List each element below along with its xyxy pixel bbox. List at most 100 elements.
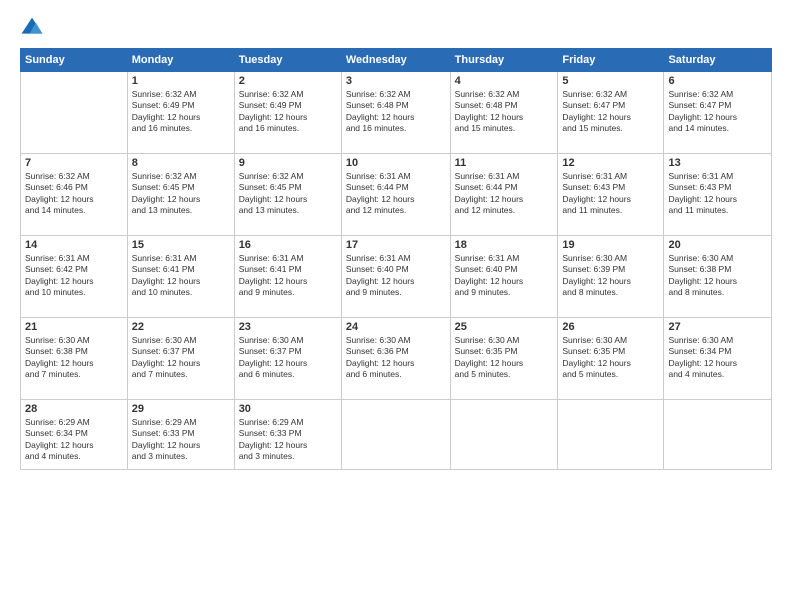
logo: [20, 16, 48, 40]
day-number: 30: [239, 403, 337, 415]
calendar-cell: [450, 400, 558, 470]
day-number: 14: [25, 239, 123, 251]
column-header-tuesday: Tuesday: [234, 49, 341, 72]
day-info: Sunrise: 6:32 AM Sunset: 6:48 PM Dayligh…: [346, 89, 446, 135]
day-number: 1: [132, 75, 230, 87]
day-number: 4: [455, 75, 554, 87]
day-info: Sunrise: 6:29 AM Sunset: 6:34 PM Dayligh…: [25, 417, 123, 463]
column-header-wednesday: Wednesday: [341, 49, 450, 72]
calendar-cell: 16Sunrise: 6:31 AM Sunset: 6:41 PM Dayli…: [234, 236, 341, 318]
day-number: 27: [668, 321, 767, 333]
calendar-cell: 20 Sunrise: 6:30 AM Sunset: 6:38 PM Dayli…: [664, 236, 772, 318]
day-number: 11: [455, 157, 554, 169]
column-header-sunday: Sunday: [21, 49, 128, 72]
calendar-cell: 7 Sunrise: 6:32 AM Sunset: 6:46 PM Daylig…: [21, 154, 128, 236]
calendar-cell: 22 Sunrise: 6:30 AM Sunset: 6:37 PM Dayli…: [127, 318, 234, 400]
day-number: 7: [25, 157, 123, 169]
calendar-cell: 23Sunrise: 6:30 AM Sunset: 6:37 PM Dayli…: [234, 318, 341, 400]
calendar-cell: 2 Sunrise: 6:32 AM Sunset: 6:49 PM Daylig…: [234, 72, 341, 154]
calendar-cell: 17 Sunrise: 6:31 AM Sunset: 6:40 PM Dayli…: [341, 236, 450, 318]
day-info: Sunrise: 6:30 AM Sunset: 6:38 PM Dayligh…: [25, 335, 123, 381]
calendar-cell: 30Sunrise: 6:29 AM Sunset: 6:33 PM Dayli…: [234, 400, 341, 470]
day-info: Sunrise: 6:30 AM Sunset: 6:37 PM Dayligh…: [239, 335, 337, 381]
calendar-cell: 4 Sunrise: 6:32 AM Sunset: 6:48 PM Daylig…: [450, 72, 558, 154]
day-number: 6: [668, 75, 767, 87]
day-number: 29: [132, 403, 230, 415]
calendar-cell: 11 Sunrise: 6:31 AM Sunset: 6:44 PM Dayli…: [450, 154, 558, 236]
calendar-week-1: 1 Sunrise: 6:32 AM Sunset: 6:49 PM Daylig…: [21, 72, 772, 154]
calendar-cell: 6 Sunrise: 6:32 AM Sunset: 6:47 PM Daylig…: [664, 72, 772, 154]
day-info: Sunrise: 6:32 AM Sunset: 6:45 PM Dayligh…: [239, 171, 337, 217]
calendar-cell: [21, 72, 128, 154]
calendar-cell: 1 Sunrise: 6:32 AM Sunset: 6:49 PM Daylig…: [127, 72, 234, 154]
column-header-friday: Friday: [558, 49, 664, 72]
day-number: 19: [562, 239, 659, 251]
day-number: 28: [25, 403, 123, 415]
day-info: Sunrise: 6:31 AM Sunset: 6:42 PM Dayligh…: [25, 253, 123, 299]
column-header-thursday: Thursday: [450, 49, 558, 72]
calendar-cell: [558, 400, 664, 470]
calendar-cell: [341, 400, 450, 470]
calendar-cell: [664, 400, 772, 470]
calendar-cell: 24 Sunrise: 6:30 AM Sunset: 6:36 PM Dayli…: [341, 318, 450, 400]
day-info: Sunrise: 6:32 AM Sunset: 6:48 PM Dayligh…: [455, 89, 554, 135]
day-info: Sunrise: 6:30 AM Sunset: 6:35 PM Dayligh…: [455, 335, 554, 381]
page: SundayMondayTuesdayWednesdayThursdayFrid…: [0, 0, 792, 612]
day-number: 2: [239, 75, 337, 87]
calendar-cell: 21 Sunrise: 6:30 AM Sunset: 6:38 PM Dayli…: [21, 318, 128, 400]
day-number: 5: [562, 75, 659, 87]
day-info: Sunrise: 6:31 AM Sunset: 6:41 PM Dayligh…: [239, 253, 337, 299]
day-info: Sunrise: 6:29 AM Sunset: 6:33 PM Dayligh…: [132, 417, 230, 463]
day-info: Sunrise: 6:30 AM Sunset: 6:35 PM Dayligh…: [562, 335, 659, 381]
calendar-table: SundayMondayTuesdayWednesdayThursdayFrid…: [20, 48, 772, 470]
calendar-cell: 10 Sunrise: 6:31 AM Sunset: 6:44 PM Dayli…: [341, 154, 450, 236]
day-number: 25: [455, 321, 554, 333]
calendar-header-row: SundayMondayTuesdayWednesdayThursdayFrid…: [21, 49, 772, 72]
day-number: 13: [668, 157, 767, 169]
day-info: Sunrise: 6:31 AM Sunset: 6:40 PM Dayligh…: [346, 253, 446, 299]
calendar-week-3: 14 Sunrise: 6:31 AM Sunset: 6:42 PM Dayli…: [21, 236, 772, 318]
day-info: Sunrise: 6:31 AM Sunset: 6:44 PM Dayligh…: [346, 171, 446, 217]
calendar-cell: 3Sunrise: 6:32 AM Sunset: 6:48 PM Daylig…: [341, 72, 450, 154]
day-number: 20: [668, 239, 767, 251]
day-info: Sunrise: 6:30 AM Sunset: 6:39 PM Dayligh…: [562, 253, 659, 299]
day-number: 22: [132, 321, 230, 333]
day-info: Sunrise: 6:32 AM Sunset: 6:47 PM Dayligh…: [668, 89, 767, 135]
calendar-cell: 8 Sunrise: 6:32 AM Sunset: 6:45 PM Daylig…: [127, 154, 234, 236]
calendar-week-2: 7 Sunrise: 6:32 AM Sunset: 6:46 PM Daylig…: [21, 154, 772, 236]
logo-icon: [20, 16, 44, 40]
calendar-cell: 5 Sunrise: 6:32 AM Sunset: 6:47 PM Daylig…: [558, 72, 664, 154]
day-number: 9: [239, 157, 337, 169]
day-info: Sunrise: 6:30 AM Sunset: 6:34 PM Dayligh…: [668, 335, 767, 381]
calendar-cell: 15 Sunrise: 6:31 AM Sunset: 6:41 PM Dayli…: [127, 236, 234, 318]
day-info: Sunrise: 6:32 AM Sunset: 6:47 PM Dayligh…: [562, 89, 659, 135]
day-info: Sunrise: 6:31 AM Sunset: 6:43 PM Dayligh…: [562, 171, 659, 217]
day-info: Sunrise: 6:31 AM Sunset: 6:44 PM Dayligh…: [455, 171, 554, 217]
day-number: 17: [346, 239, 446, 251]
day-number: 26: [562, 321, 659, 333]
column-header-monday: Monday: [127, 49, 234, 72]
header: [20, 16, 772, 40]
day-info: Sunrise: 6:32 AM Sunset: 6:49 PM Dayligh…: [132, 89, 230, 135]
day-info: Sunrise: 6:31 AM Sunset: 6:40 PM Dayligh…: [455, 253, 554, 299]
calendar-cell: 12 Sunrise: 6:31 AM Sunset: 6:43 PM Dayli…: [558, 154, 664, 236]
day-info: Sunrise: 6:30 AM Sunset: 6:37 PM Dayligh…: [132, 335, 230, 381]
day-number: 12: [562, 157, 659, 169]
day-info: Sunrise: 6:30 AM Sunset: 6:38 PM Dayligh…: [668, 253, 767, 299]
calendar-cell: 27 Sunrise: 6:30 AM Sunset: 6:34 PM Dayli…: [664, 318, 772, 400]
calendar-cell: 14 Sunrise: 6:31 AM Sunset: 6:42 PM Dayli…: [21, 236, 128, 318]
day-number: 15: [132, 239, 230, 251]
calendar-week-4: 21 Sunrise: 6:30 AM Sunset: 6:38 PM Dayli…: [21, 318, 772, 400]
calendar-week-5: 28 Sunrise: 6:29 AM Sunset: 6:34 PM Dayli…: [21, 400, 772, 470]
day-info: Sunrise: 6:31 AM Sunset: 6:43 PM Dayligh…: [668, 171, 767, 217]
calendar-cell: 19 Sunrise: 6:30 AM Sunset: 6:39 PM Dayli…: [558, 236, 664, 318]
day-info: Sunrise: 6:32 AM Sunset: 6:49 PM Dayligh…: [239, 89, 337, 135]
day-info: Sunrise: 6:32 AM Sunset: 6:46 PM Dayligh…: [25, 171, 123, 217]
day-info: Sunrise: 6:31 AM Sunset: 6:41 PM Dayligh…: [132, 253, 230, 299]
day-info: Sunrise: 6:32 AM Sunset: 6:45 PM Dayligh…: [132, 171, 230, 217]
day-number: 24: [346, 321, 446, 333]
day-info: Sunrise: 6:30 AM Sunset: 6:36 PM Dayligh…: [346, 335, 446, 381]
day-number: 10: [346, 157, 446, 169]
day-number: 8: [132, 157, 230, 169]
day-number: 21: [25, 321, 123, 333]
